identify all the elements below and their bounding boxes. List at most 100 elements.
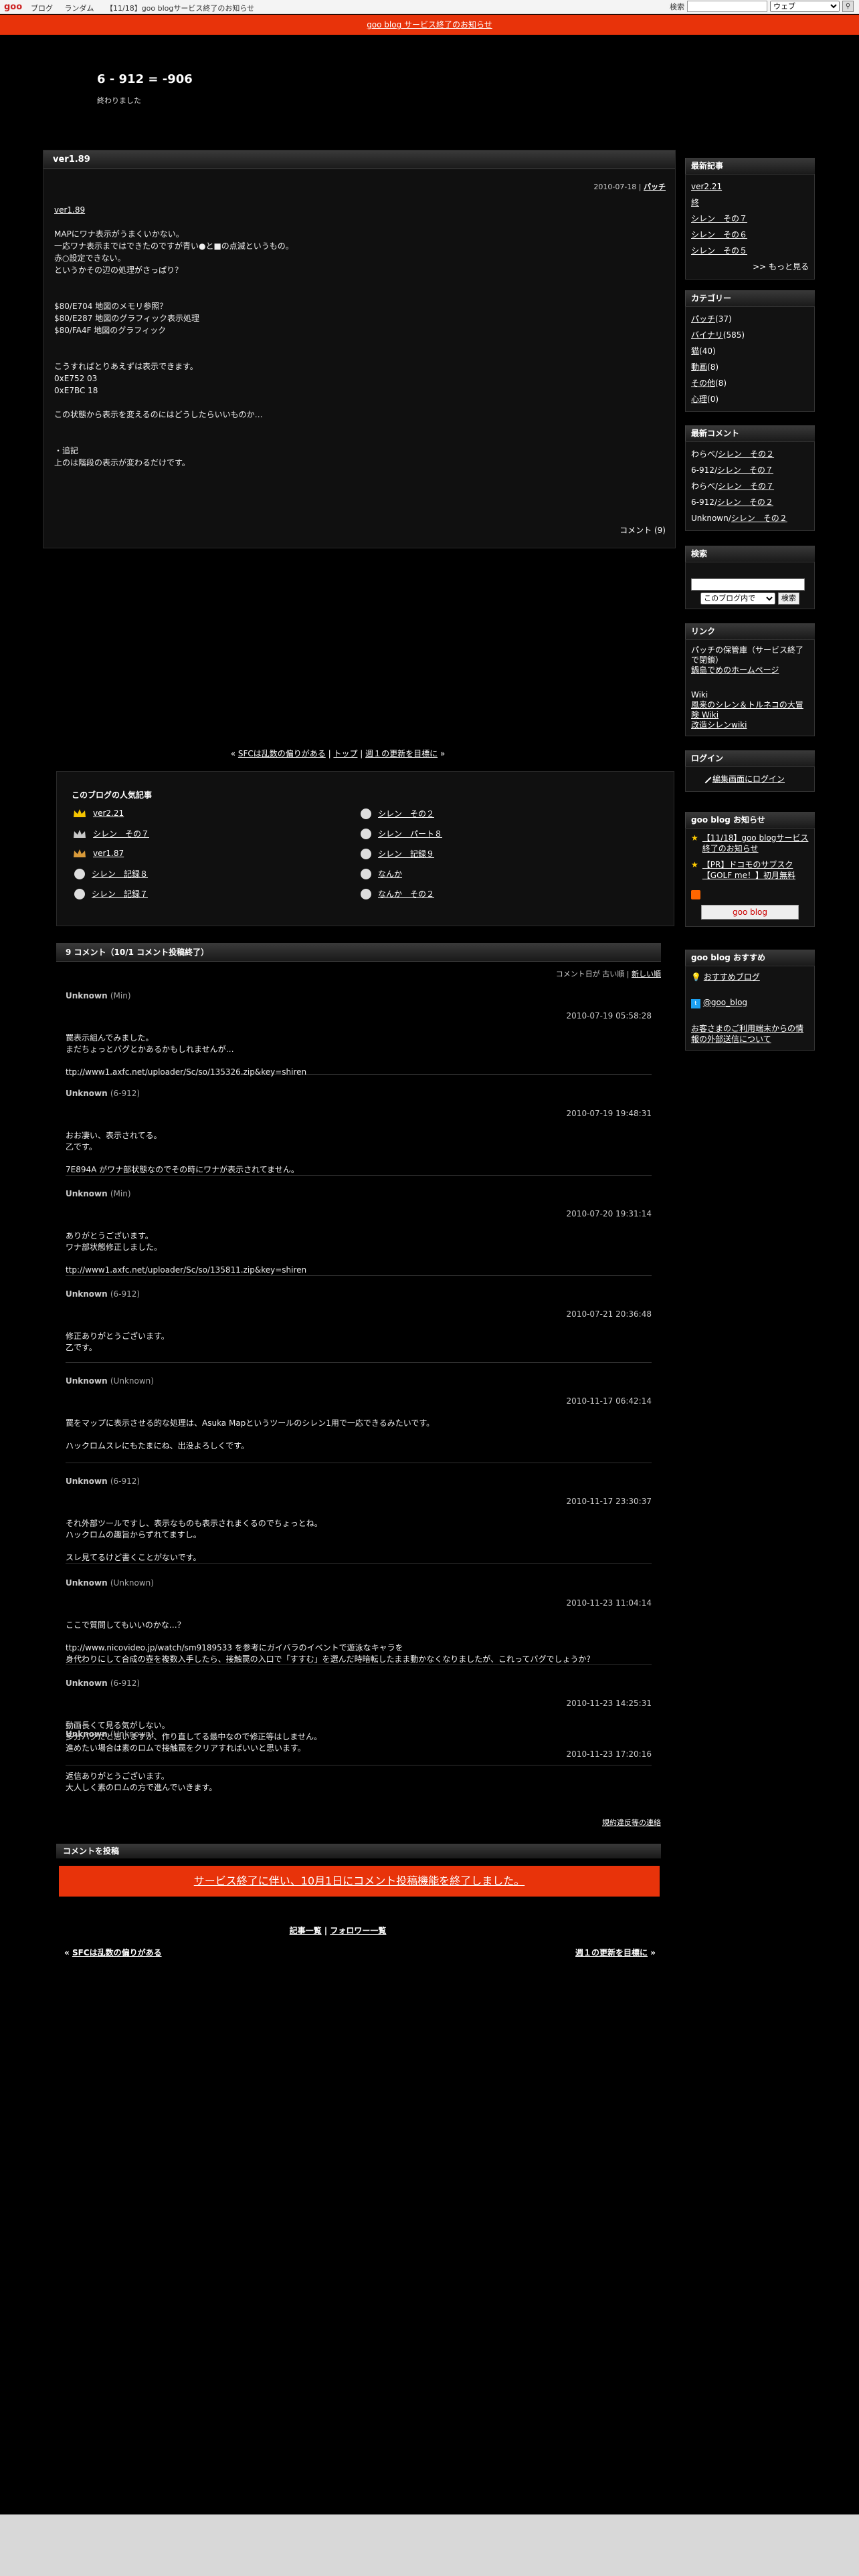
search-icon[interactable]: ⚲	[842, 1, 854, 12]
star-icon: ★	[691, 860, 698, 869]
rank-dot-icon	[74, 888, 85, 899]
popular-item[interactable]: シレン パート８	[361, 828, 442, 839]
popular-item[interactable]: ver2.21	[73, 808, 124, 819]
goo-blog-button[interactable]: goo blog	[701, 905, 799, 920]
entry-line: $80/FA4F 地図のグラフィック	[54, 326, 167, 335]
recent-comment-item: 6-912/シレン その２	[691, 498, 773, 507]
goo-logo[interactable]: goo	[4, 2, 22, 12]
service-end-link[interactable]: goo blog サービス終了のお知らせ	[367, 20, 492, 29]
comment-time: 2010-07-19 19:48:31	[566, 1109, 652, 1118]
sidebar-search-input[interactable]	[691, 578, 805, 591]
twitter-icon: t	[691, 999, 700, 1008]
popular-item[interactable]: なんか その２	[361, 888, 434, 899]
popular-item[interactable]: なんか	[361, 868, 402, 879]
comment-author: Unknown	[66, 1729, 108, 1739]
sort-new[interactable]: 新しい順	[632, 970, 661, 978]
top-search: 検索 ウェブ ⚲	[670, 1, 854, 12]
pager-top[interactable]: トップ	[333, 749, 357, 758]
entry-line: この状態から表示を変えるのにはどうしたらいいものか…	[54, 410, 263, 419]
popular-item[interactable]: シレン 記録９	[361, 848, 434, 859]
sidebar-search-heading: 検索	[685, 546, 815, 562]
entry-line: ・追記	[54, 446, 79, 455]
comment-handle: (Unknown)	[110, 1376, 154, 1386]
search-input[interactable]	[687, 1, 767, 12]
entry-line	[54, 433, 294, 445]
post-closed-text[interactable]: サービス終了に伴い、10月1日にコメント投稿機能を終了しました。	[194, 1874, 525, 1887]
comment-handle: (6-912)	[110, 1289, 140, 1299]
top-nav: ブログ ランダム 【11/18】goo blogサービス終了のお知らせ	[31, 3, 264, 13]
comment-handle: (6-912)	[110, 1477, 140, 1486]
pager-next[interactable]: 週１の更新を目標に	[365, 749, 438, 758]
category-item: 動画(8)	[691, 362, 719, 372]
footer-links: 記事一覧 | フォロワー一覧	[289, 1926, 387, 1935]
nav-random[interactable]: ランダム	[65, 4, 94, 13]
goo-notice-item[interactable]: ★ 【11/18】goo blogサービス終了のお知らせ	[691, 833, 809, 854]
sidebar-recent: 最新記事 ver2.21 終 シレン その７ シレン その６ シレン その５ >…	[685, 158, 815, 280]
comment-text: 修正ありがとうございます。 乙です。	[66, 1331, 169, 1352]
twitter-link[interactable]: @goo_blog	[703, 998, 747, 1007]
entry-date: 2010-07-18	[593, 183, 637, 191]
recent-item[interactable]: 終	[691, 195, 809, 211]
blog-title[interactable]: 6 - 912 = -906	[97, 72, 193, 86]
sidebar-recommend: goo blog おすすめ 💡 おすすめブログ t @goo_blog お客さま…	[685, 950, 815, 1051]
post-comment-heading: コメントを投稿	[56, 1844, 661, 1858]
entry-meta: 2010-07-18 | パッチ	[593, 183, 666, 191]
pager-prev[interactable]: SFCは乱数の偏りがある	[238, 749, 326, 758]
comment-text: 罠をマップに表示させる的な処理は、Asuka Mapというツールのシレン1用で一…	[66, 1418, 435, 1451]
service-end-banner: goo blog サービス終了のお知らせ	[0, 15, 859, 35]
recent-item[interactable]: シレン その７	[691, 211, 809, 227]
comment-handle: (6-912)	[110, 1089, 140, 1098]
popular-item[interactable]: シレン その２	[361, 808, 434, 819]
category-item: その他(8)	[691, 379, 727, 388]
nav-announcement[interactable]: 【11/18】goo blogサービス終了のお知らせ	[106, 4, 254, 13]
entry-line	[54, 276, 294, 288]
comment-author: Unknown	[66, 1679, 108, 1688]
recent-more-link[interactable]: >> もっと見る	[691, 259, 809, 275]
comment-time: 2010-11-23 17:20:16	[566, 1749, 652, 1759]
recent-item[interactable]: ver2.21	[691, 179, 809, 195]
goo-notice-item[interactable]: ★ 【PR】ドコモのサブスク【GOLF me！】初月無料	[691, 859, 809, 881]
external-transmission-link[interactable]: お客さまのご利用端末からの情報の外部送信について	[691, 1023, 809, 1045]
link-label-wiki: Wiki	[691, 690, 708, 700]
login-link[interactable]: 編集画面にログイン	[712, 774, 785, 784]
category-item: バイナリ(585)	[691, 330, 745, 340]
comments-section: 9 コメント（10/1 コメント投稿終了） コメント日が 古い順 | 新しい順 …	[56, 943, 661, 1816]
recommend-link[interactable]: おすすめブログ	[704, 972, 760, 982]
page-bottom-area	[0, 2514, 859, 2576]
recent-item[interactable]: シレン その６	[691, 227, 809, 243]
link-item[interactable]: 改造シレンwiki	[691, 720, 809, 730]
sidebar-search-button[interactable]: 検索	[777, 593, 799, 605]
footer-next[interactable]: 週１の更新を目標に	[575, 1948, 648, 1957]
popular-item[interactable]: シレン 記録８	[74, 868, 148, 879]
report-violation-link[interactable]: 規約違反等の連絡	[602, 1817, 661, 1828]
nav-blog[interactable]: ブログ	[31, 4, 53, 13]
entry-panel: ver1.89 2010-07-18 | パッチ ver1.89 MAPにワナ表…	[43, 150, 676, 548]
entry-pager: « SFCは乱数の偏りがある | トップ | 週１の更新を目標に »	[230, 749, 446, 758]
recent-item[interactable]: シレン その５	[691, 243, 809, 259]
sidebar-search: 検索 このブログ内で 検索	[685, 546, 815, 609]
follower-list-link[interactable]: フォロワー一覧	[330, 1926, 386, 1935]
popular-item[interactable]: ver1.87	[73, 848, 124, 859]
rss-icon[interactable]	[691, 890, 700, 899]
recent-comment-item: 6-912/シレン その７	[691, 465, 773, 475]
rank-dot-icon	[361, 808, 371, 819]
entry-comment-link[interactable]: コメント (9)	[619, 524, 666, 536]
recent-heading: 最新記事	[685, 158, 815, 174]
sidebar-search-scope[interactable]: このブログ内で	[700, 593, 776, 605]
rank-dot-icon	[74, 868, 85, 879]
entry-category[interactable]: パッチ	[644, 183, 666, 191]
article-list-link[interactable]: 記事一覧	[290, 1926, 322, 1935]
link-item[interactable]: 鍋島でめのホームページ	[691, 665, 809, 675]
entry-link[interactable]: ver1.89	[54, 204, 294, 216]
popular-item[interactable]: シレン 記録７	[74, 888, 148, 899]
comment-time: 2010-11-23 11:04:14	[566, 1598, 652, 1608]
comment-text: 返信ありがとうございます。 大人しく素のロムの方で進んでいきます。	[66, 1772, 217, 1792]
link-item[interactable]: 風来のシレン＆トルネコの大冒険 Wiki	[691, 700, 809, 720]
search-scope-select[interactable]: ウェブ	[770, 1, 840, 12]
popular-item[interactable]: シレン その７	[73, 828, 149, 839]
comment-text: おお凄い、表示されてる。 乙です。 7E894A がワナ部状態なのでその時にワナ…	[66, 1131, 299, 1174]
comments-heading: 9 コメント（10/1 コメント投稿終了）	[56, 943, 661, 962]
sort-old[interactable]: 古い順	[602, 970, 624, 978]
footer-prev[interactable]: SFCは乱数の偏りがある	[72, 1948, 162, 1957]
comment-time: 2010-11-17 06:42:14	[566, 1396, 652, 1406]
